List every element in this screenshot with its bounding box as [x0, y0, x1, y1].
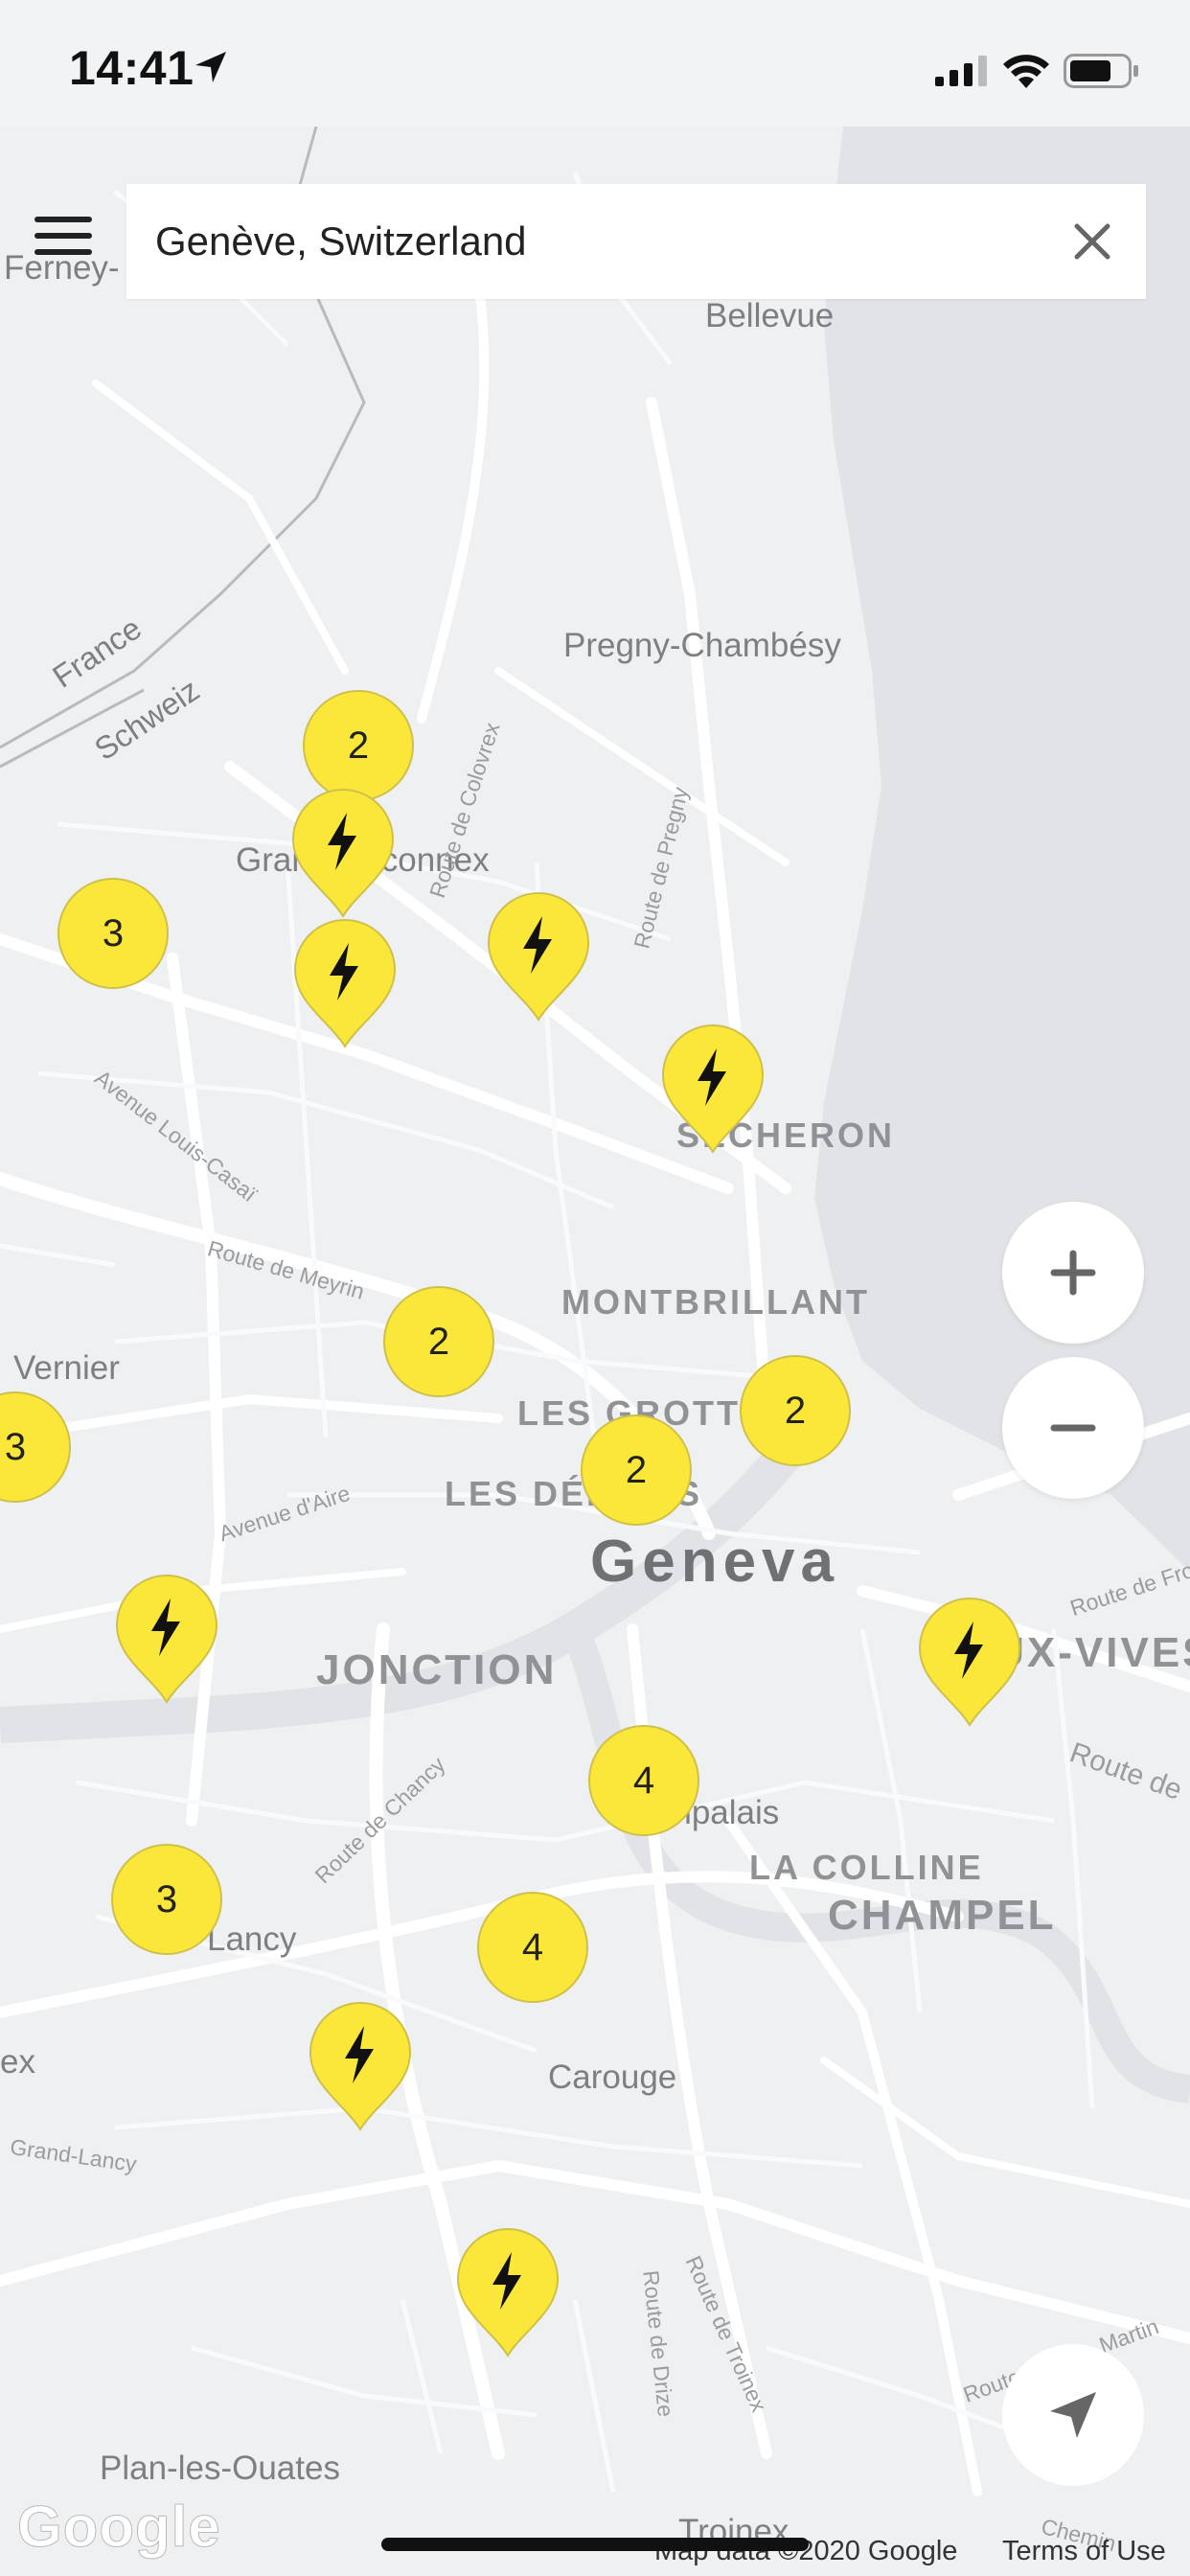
station-cluster-marker[interactable]: 2: [740, 1355, 851, 1466]
charging-station-pin-icon[interactable]: [289, 786, 397, 918]
status-time: 14:41: [69, 41, 195, 95]
charging-station-pin-icon[interactable]: [659, 1022, 767, 1154]
station-cluster-marker[interactable]: 3: [111, 1844, 222, 1955]
district-label-jonction: JONCTION: [316, 1646, 558, 1693]
district-label-champel: CHAMPEL: [828, 1892, 1057, 1939]
station-cluster-marker[interactable]: 2: [581, 1414, 692, 1526]
menu-line: [34, 249, 92, 255]
my-location-button[interactable]: [1002, 2344, 1144, 2486]
place-label-onex: ex: [0, 2043, 35, 2081]
search-field[interactable]: Genève, Switzerland: [126, 184, 1146, 299]
zoom-in-button[interactable]: [1002, 1202, 1144, 1344]
charging-station-pin-icon[interactable]: [113, 1572, 220, 1704]
zoom-out-button[interactable]: [1002, 1357, 1144, 1499]
cellular-signal-icon: [935, 56, 987, 86]
station-cluster-marker[interactable]: 4: [588, 1725, 699, 1836]
city-label-geneva: Geneva: [590, 1529, 840, 1595]
place-label-bellevue: Bellevue: [705, 297, 835, 334]
place-label-lancy: Lancy: [207, 1920, 297, 1958]
district-label-la-colline: LA COLLINE: [749, 1848, 984, 1887]
google-logo: Google: [17, 2495, 221, 2560]
hamburger-menu-button[interactable]: [34, 217, 92, 264]
search-query: Genève, Switzerland: [155, 218, 527, 264]
status-bar: 14:41: [0, 0, 1190, 126]
clear-search-icon[interactable]: [1064, 213, 1121, 270]
charging-station-pin-icon[interactable]: [485, 889, 592, 1022]
navigation-arrow-icon: [1050, 2392, 1096, 2438]
place-label-vernier: Vernier: [13, 1349, 120, 1387]
wifi-icon: [1003, 55, 1049, 88]
charging-station-pin-icon[interactable]: [291, 916, 399, 1048]
terms-of-use-link[interactable]: Terms of Use: [1002, 2536, 1166, 2567]
station-cluster-marker[interactable]: 2: [303, 690, 414, 801]
battery-icon: [1064, 54, 1138, 88]
place-label-carouge: Carouge: [548, 2058, 677, 2096]
menu-line: [34, 217, 92, 222]
map-base: [0, 126, 1190, 2496]
map[interactable]: Ferney- Bellevue Pregny-Chambésy Grand-S…: [0, 126, 1190, 2576]
place-label-pregny: Pregny-Chambésy: [563, 627, 841, 664]
district-label-montbrillant: MONTBRILLANT: [561, 1282, 870, 1322]
menu-line: [34, 233, 92, 239]
home-indicator[interactable]: [381, 2538, 809, 2551]
plus-icon: [1050, 1250, 1096, 1296]
place-label-plan-les-ouates: Plan-les-Ouates: [100, 2450, 340, 2487]
charging-station-pin-icon[interactable]: [454, 2225, 561, 2358]
minus-icon: [1050, 1424, 1096, 1432]
charging-station-pin-icon[interactable]: [307, 1999, 414, 2131]
station-cluster-marker[interactable]: 4: [477, 1892, 588, 2003]
location-arrow-icon: [195, 52, 226, 82]
charging-station-pin-icon[interactable]: [916, 1595, 1023, 1727]
station-cluster-marker[interactable]: 3: [57, 878, 169, 989]
station-cluster-marker[interactable]: 2: [383, 1286, 494, 1397]
